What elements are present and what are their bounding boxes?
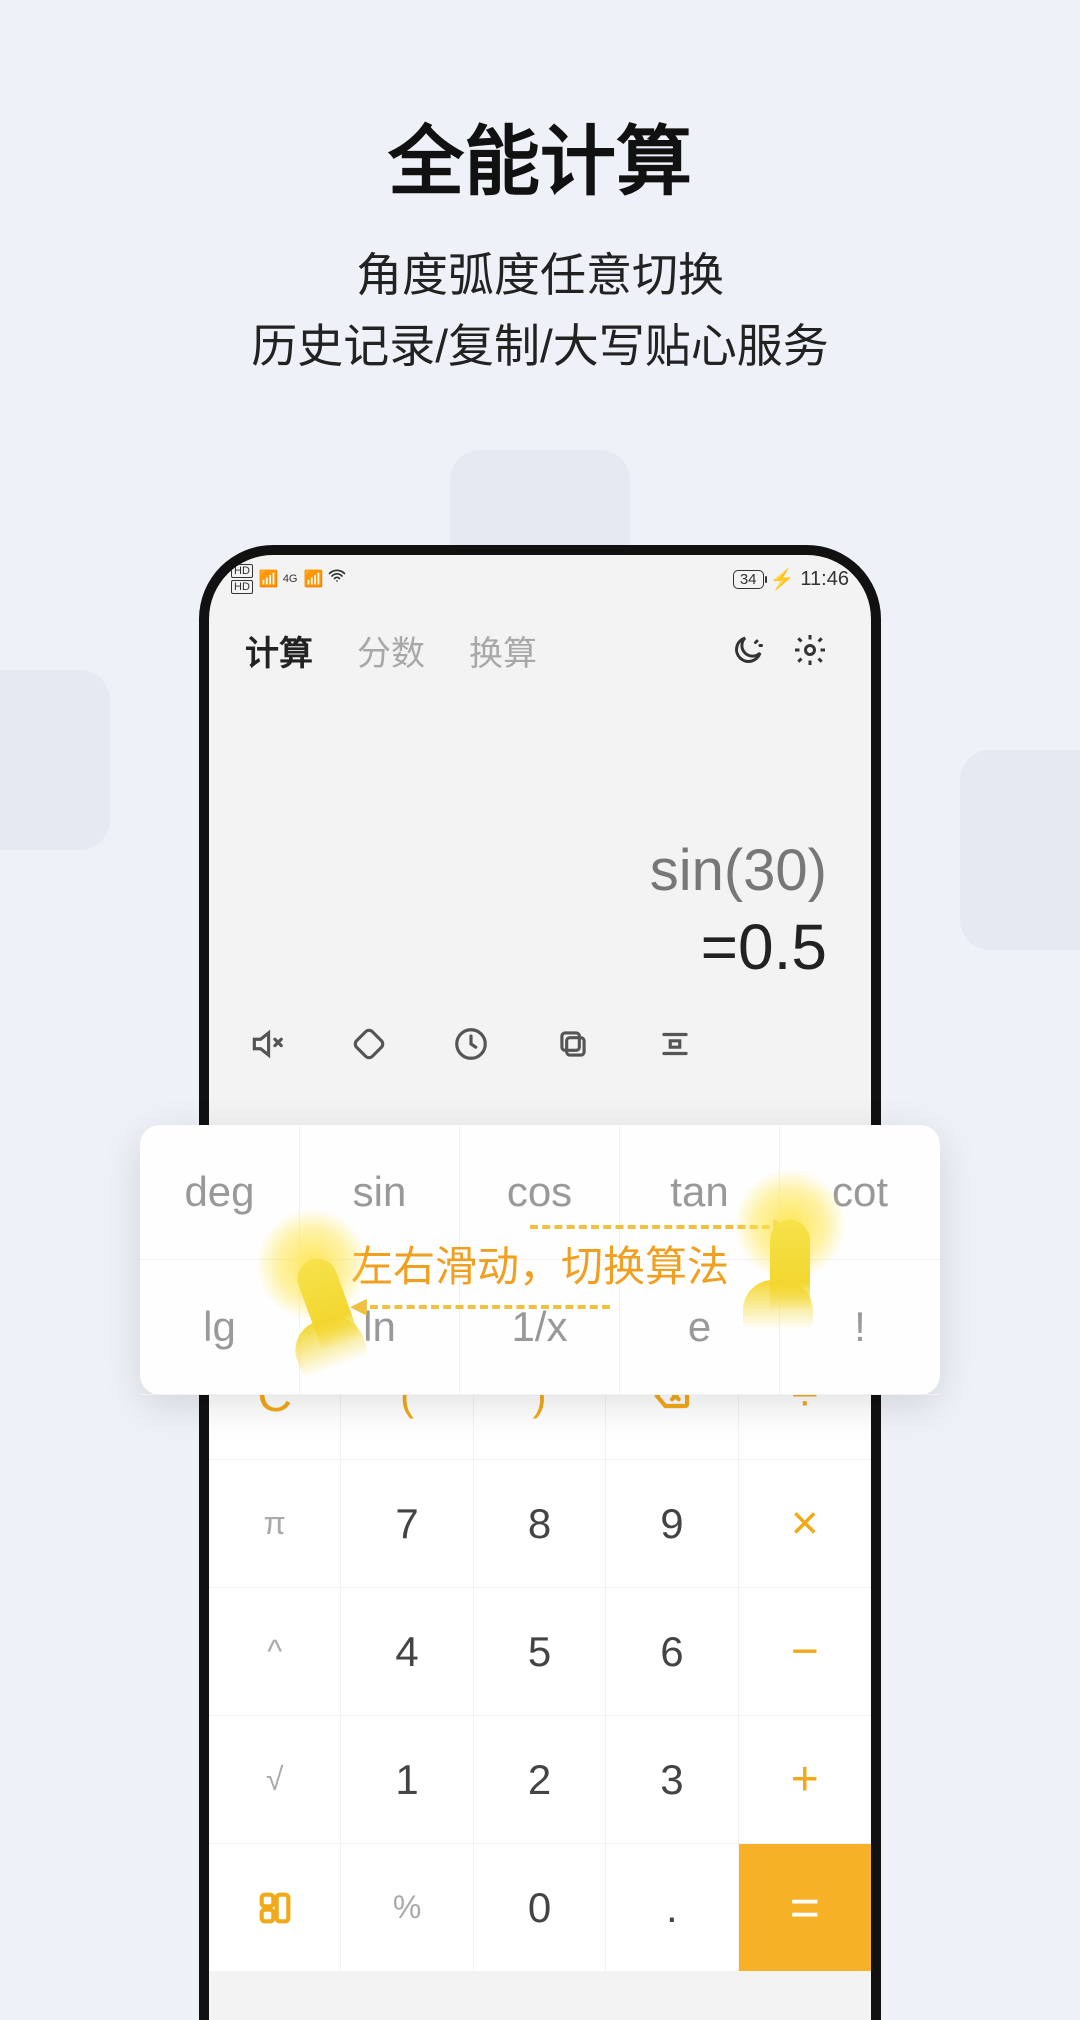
key-1[interactable]: 1 [341,1715,473,1843]
key-8[interactable]: 8 [474,1459,606,1587]
uppercase-icon[interactable] [653,1022,697,1066]
utility-row [209,994,871,1086]
key-9[interactable]: 9 [606,1459,738,1587]
hd-badge: HD [231,580,253,594]
tab-fraction[interactable]: 分数 [357,626,425,675]
key-equals[interactable]: = [739,1843,871,1971]
rotate-icon[interactable] [347,1022,391,1066]
key-7[interactable]: 7 [341,1459,473,1587]
sci-inv[interactable]: 1/x [460,1260,620,1395]
tab-convert[interactable]: 换算 [469,626,537,675]
sci-cos[interactable]: cos [460,1125,620,1260]
page-title: 全能计算 [0,100,1080,210]
key-minus[interactable]: − [739,1587,871,1715]
signal-icon: 📶 [259,569,277,589]
wifi-icon [327,566,347,592]
swipe-arrow-right-icon [530,1225,770,1229]
hd-badge: HD [231,564,253,578]
night-mode-icon[interactable] [723,625,773,675]
page-subtitle: 角度弧度任意切换 历史记录/复制/大写贴心服务 [0,240,1080,383]
key-plus[interactable]: + [739,1715,871,1843]
key-percent[interactable]: % [341,1843,473,1971]
subtitle-line-2: 历史记录/复制/大写贴心服务 [0,311,1080,382]
sci-ln[interactable]: ln [300,1260,460,1395]
keypad: C ( ) ÷ π 7 8 9 × ^ 4 5 6 − √ 1 2 3 + [209,1331,871,1971]
sci-deg[interactable]: deg [140,1125,300,1260]
key-dot[interactable]: . [606,1843,738,1971]
sci-cot[interactable]: cot [780,1125,940,1260]
display-result: =0.5 [253,910,827,984]
mute-icon[interactable] [245,1022,289,1066]
key-5[interactable]: 5 [474,1587,606,1715]
sci-e[interactable]: e [620,1260,780,1395]
status-time: 11:46 [800,568,849,591]
battery-indicator: 34 [733,570,764,589]
sci-tan[interactable]: tan [620,1125,780,1260]
key-pi[interactable]: π [209,1459,341,1587]
tab-calculate[interactable]: 计算 [245,626,313,675]
key-6[interactable]: 6 [606,1587,738,1715]
key-0[interactable]: 0 [474,1843,606,1971]
history-icon[interactable] [449,1022,493,1066]
swipe-arrow-left-icon [370,1305,610,1309]
key-sqrt[interactable]: √ [209,1715,341,1843]
tabs: 计算 分数 换算 [209,603,871,697]
key-multiply[interactable]: × [739,1459,871,1587]
display-expression: sin(30) [253,837,827,904]
signal-icon: 📶 [304,569,322,589]
sci-lg[interactable]: lg [140,1260,300,1395]
key-power[interactable]: ^ [209,1587,341,1715]
key-3[interactable]: 3 [606,1715,738,1843]
key-2[interactable]: 2 [474,1715,606,1843]
subtitle-line-1: 角度弧度任意切换 [0,240,1080,311]
key-switch[interactable] [209,1843,341,1971]
scientific-panel: deg sin cos tan cot lg ln 1/x e ! 左右滑动，切… [140,1125,940,1395]
copy-icon[interactable] [551,1022,595,1066]
key-4[interactable]: 4 [341,1587,473,1715]
status-bar: HD HD 📶 4G 📶 34 ⚡ 11:46 [209,555,871,603]
settings-icon[interactable] [785,625,835,675]
charging-icon: ⚡ [770,567,795,592]
display: sin(30) =0.5 [209,697,871,994]
sci-fact[interactable]: ! [780,1260,940,1395]
sci-sin[interactable]: sin [300,1125,460,1260]
